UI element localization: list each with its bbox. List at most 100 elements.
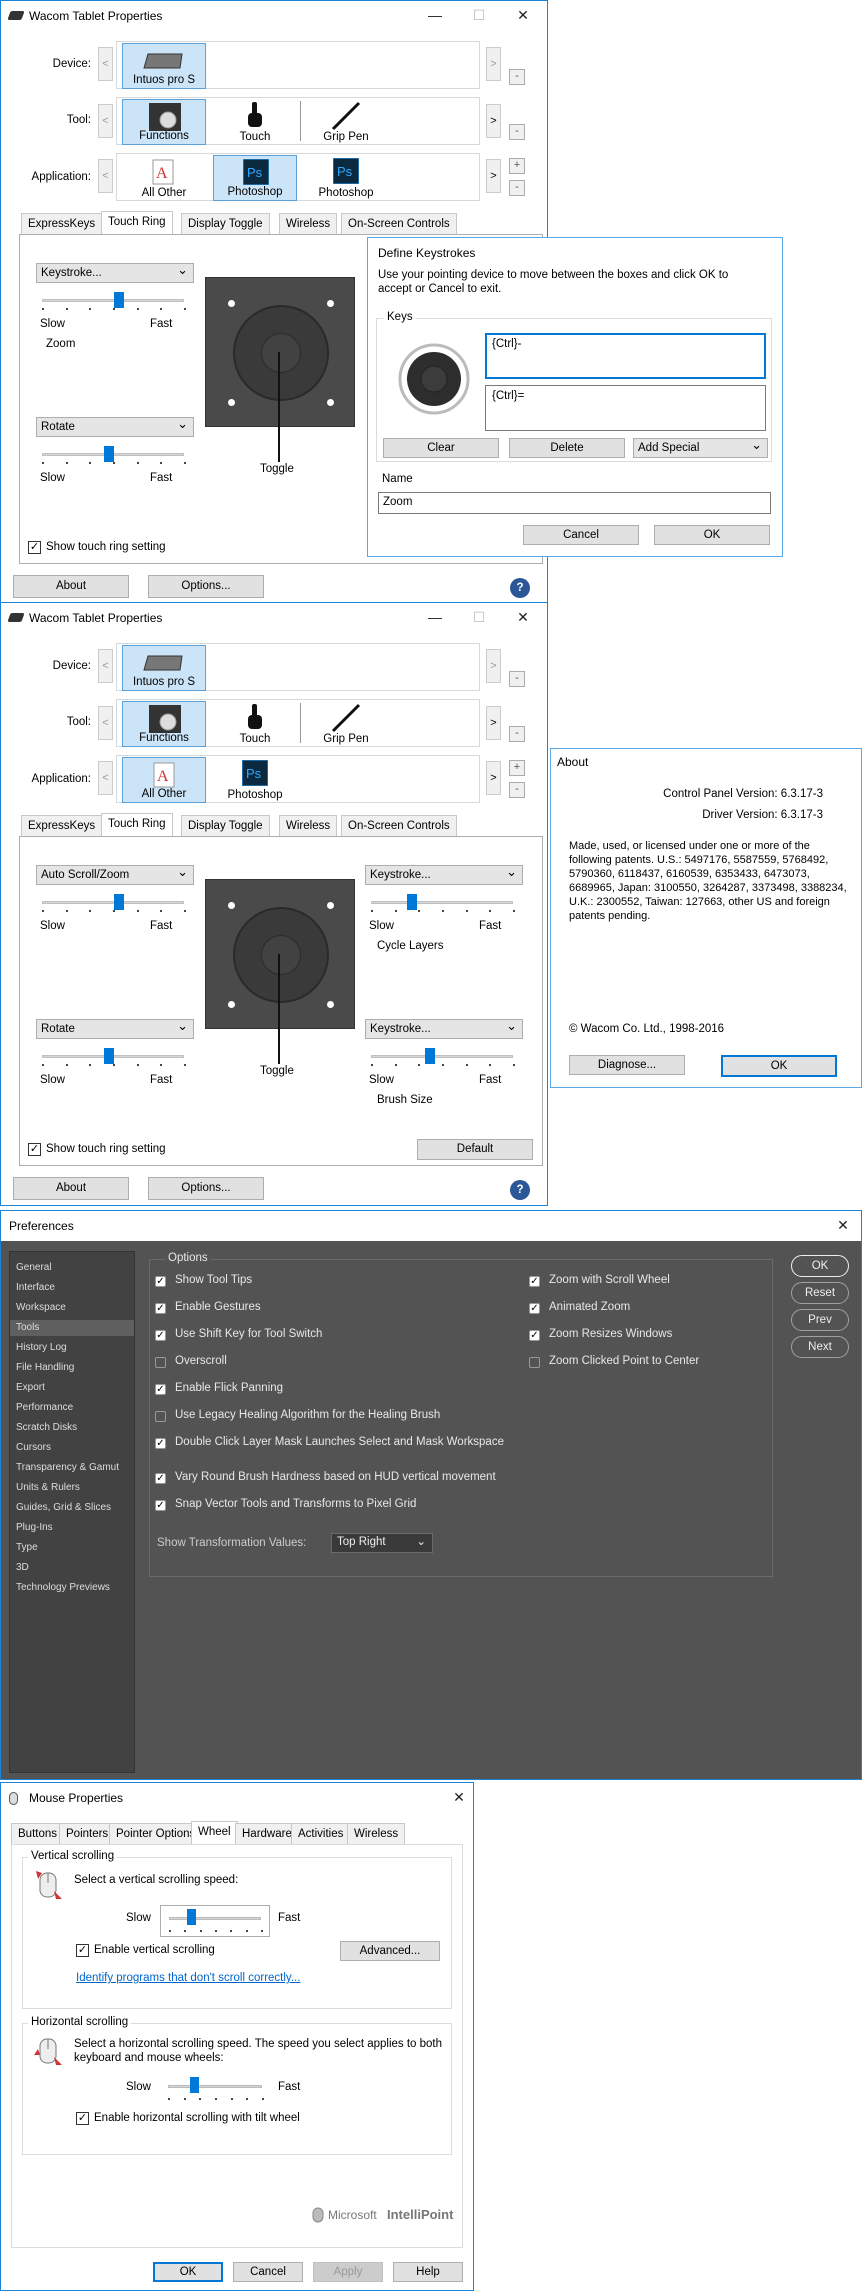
about-button[interactable]: About — [13, 575, 129, 598]
app-tile-photoshop-1[interactable]: Ps Photoshop — [213, 155, 297, 201]
enable-vertical-scrolling-checkbox[interactable]: ✓ — [76, 1944, 89, 1957]
about-button[interactable]: About — [13, 1177, 129, 1200]
cancel-button[interactable]: Cancel — [523, 525, 639, 545]
sidebar-item-performance[interactable]: Performance — [10, 1400, 134, 1416]
clear-button[interactable]: Clear — [383, 438, 499, 458]
tab-touch-ring[interactable]: Touch Ring — [101, 211, 173, 235]
key-box-1[interactable]: {Ctrl}- — [485, 333, 766, 379]
option-checkbox[interactable]: ✓ — [155, 1276, 166, 1287]
option-checkbox[interactable]: ✓ — [155, 1303, 166, 1314]
tool-tile-grip-pen[interactable]: Grip Pen — [304, 99, 388, 145]
show-touch-ring-checkbox[interactable]: ✓ — [28, 1143, 41, 1156]
left-top-function-dropdown[interactable]: Auto Scroll/Zoom — [36, 863, 194, 885]
sidebar-item-guides-grid-slices[interactable]: Guides, Grid & Slices — [10, 1500, 134, 1516]
tab-pointers[interactable]: Pointers — [59, 1823, 116, 1845]
default-button[interactable]: Default — [417, 1139, 533, 1160]
sidebar-item-plug-ins[interactable]: Plug-Ins — [10, 1520, 134, 1536]
tool-next-button[interactable]: > — [486, 706, 501, 740]
reset-button[interactable]: Reset — [791, 1282, 849, 1304]
ok-button[interactable]: OK — [791, 1255, 849, 1277]
option-checkbox[interactable]: ✓ — [529, 1276, 540, 1287]
sidebar-item-tools[interactable]: Tools — [10, 1320, 134, 1336]
options-button[interactable]: Options... — [148, 575, 264, 598]
next-button[interactable]: Next — [791, 1336, 849, 1358]
cancel-button[interactable]: Cancel — [233, 2262, 303, 2282]
transformation-values-dropdown[interactable]: Top Right ⌄ — [331, 1533, 433, 1553]
right-top-speed-slider[interactable] — [367, 892, 517, 918]
tool-tile-functions[interactable]: Functions — [122, 99, 206, 145]
tab-hardware[interactable]: Hardware — [235, 1823, 299, 1845]
ok-button[interactable]: OK — [654, 525, 770, 545]
help-button[interactable]: Help — [393, 2262, 463, 2282]
tool-tile-functions[interactable]: Functions — [122, 701, 206, 747]
option-checkbox[interactable]: ✓ — [529, 1303, 540, 1314]
right-top-function-dropdown[interactable]: Keystroke... — [365, 863, 523, 885]
option-checkbox[interactable]: ✓ — [155, 1438, 166, 1449]
right-bottom-function-dropdown[interactable]: Keystroke... — [365, 1017, 523, 1039]
sidebar-item-type[interactable]: Type — [10, 1540, 134, 1556]
tab-on-screen-controls[interactable]: On-Screen Controls — [341, 213, 457, 235]
tab-expresskeys[interactable]: ExpressKeys — [21, 213, 103, 235]
show-touch-ring-checkbox[interactable]: ✓ — [28, 541, 41, 554]
minimize-icon[interactable]: — — [423, 4, 447, 26]
right-bottom-speed-slider[interactable] — [367, 1046, 517, 1072]
app-tile-photoshop-2[interactable]: Ps Photoshop — [304, 155, 388, 201]
tool-tile-touch[interactable]: Touch — [213, 99, 297, 145]
tool-tile-grip-pen[interactable]: Grip Pen — [304, 701, 388, 747]
application-next-button[interactable]: > — [486, 761, 501, 795]
option-checkbox[interactable] — [155, 1411, 166, 1422]
advanced-button[interactable]: Advanced... — [340, 1941, 440, 1961]
tab-expresskeys[interactable]: ExpressKeys — [21, 815, 103, 837]
sidebar-item-file-handling[interactable]: File Handling — [10, 1360, 134, 1376]
application-remove-button[interactable]: - — [509, 180, 525, 196]
option-checkbox[interactable] — [529, 1357, 540, 1368]
left-top-speed-slider[interactable] — [38, 290, 188, 316]
tab-wireless[interactable]: Wireless — [279, 815, 338, 837]
name-input[interactable]: Zoom — [378, 492, 771, 514]
minimize-icon[interactable]: — — [423, 606, 447, 628]
tab-wireless[interactable]: Wireless — [347, 1823, 406, 1845]
tab-on-screen-controls[interactable]: On-Screen Controls — [341, 815, 457, 837]
left-top-speed-slider[interactable] — [38, 892, 188, 918]
option-checkbox[interactable]: ✓ — [155, 1330, 166, 1341]
close-icon[interactable]: ✕ — [511, 4, 535, 26]
left-bottom-function-dropdown[interactable]: Rotate — [36, 415, 194, 437]
left-top-function-dropdown[interactable]: Keystroke... — [36, 261, 194, 283]
left-bottom-speed-slider[interactable] — [38, 1046, 188, 1072]
tool-next-button[interactable]: > — [486, 104, 501, 138]
device-tile-intuos[interactable]: Intuos pro S — [122, 43, 206, 89]
tab-display-toggle[interactable]: Display Toggle — [181, 815, 270, 837]
sidebar-item-transparency-gamut[interactable]: Transparency & Gamut — [10, 1460, 134, 1476]
sidebar-item-units-rulers[interactable]: Units & Rulers — [10, 1480, 134, 1496]
tool-tile-touch[interactable]: Touch — [213, 701, 297, 747]
ok-button[interactable]: OK — [721, 1055, 837, 1077]
sidebar-item-interface[interactable]: Interface — [10, 1280, 134, 1296]
ok-button[interactable]: OK — [153, 2262, 223, 2282]
delete-button[interactable]: Delete — [509, 438, 625, 458]
prev-button[interactable]: Prev — [791, 1309, 849, 1331]
option-checkbox[interactable] — [155, 1357, 166, 1368]
left-bottom-function-dropdown[interactable]: Rotate — [36, 1017, 194, 1039]
close-icon[interactable]: ✕ — [447, 1786, 471, 1808]
app-tile-photoshop[interactable]: Ps Photoshop — [213, 757, 297, 803]
close-icon[interactable]: ✕ — [511, 606, 535, 628]
horizontal-speed-slider[interactable] — [160, 2074, 270, 2102]
identify-programs-link[interactable]: Identify programs that don't scroll corr… — [76, 1972, 300, 1984]
sidebar-item-workspace[interactable]: Workspace — [10, 1300, 134, 1316]
tab-buttons[interactable]: Buttons — [11, 1823, 64, 1845]
option-checkbox[interactable]: ✓ — [155, 1384, 166, 1395]
application-add-button[interactable]: + — [509, 158, 525, 174]
close-icon[interactable]: ✕ — [831, 1214, 855, 1236]
add-special-dropdown[interactable]: Add Special — [633, 436, 768, 458]
sidebar-item-scratch-disks[interactable]: Scratch Disks — [10, 1420, 134, 1436]
left-bottom-speed-slider[interactable] — [38, 444, 188, 470]
enable-horizontal-scrolling-checkbox[interactable]: ✓ — [76, 2112, 89, 2125]
application-next-button[interactable]: > — [486, 159, 501, 193]
tab-wireless[interactable]: Wireless — [279, 213, 338, 235]
sidebar-item-cursors[interactable]: Cursors — [10, 1440, 134, 1456]
sidebar-item-history-log[interactable]: History Log — [10, 1340, 134, 1356]
tab-wheel[interactable]: Wheel — [191, 1821, 238, 1845]
application-remove-button[interactable]: - — [509, 782, 525, 798]
help-icon[interactable]: ? — [510, 1180, 530, 1200]
tab-display-toggle[interactable]: Display Toggle — [181, 213, 270, 235]
